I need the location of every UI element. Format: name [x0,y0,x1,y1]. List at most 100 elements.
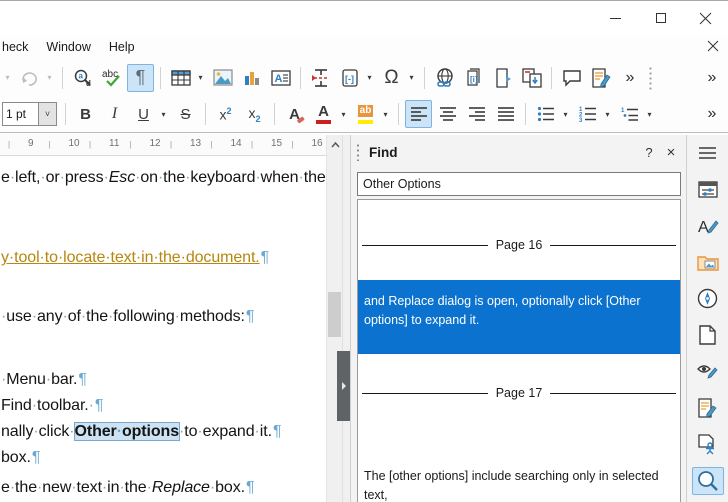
numbered-list-dropdown-icon[interactable]: ▾ [602,100,613,128]
insert-table-button[interactable] [167,64,194,92]
tab-find[interactable] [692,467,724,495]
undo-dropdown-icon[interactable]: ▾ [2,64,13,92]
minimize-button[interactable] [593,1,638,35]
document-canvas[interactable]: 9|10|11|12|13|14|15|16| e·left,·or·press… [0,135,326,502]
menu-item-heck[interactable]: heck [2,38,37,56]
doc-line[interactable]: Find·toolbar.·¶ [1,397,103,415]
sidebar-menu-button[interactable] [692,139,724,167]
font-size-dropdown-icon[interactable]: ˅ [38,102,57,126]
justify-button[interactable] [492,100,519,128]
superscript-button[interactable]: x2 [212,100,239,128]
outline-list-dropdown-icon[interactable]: ▾ [644,100,655,128]
outline-list-button[interactable]: 1 [616,100,643,128]
doc-text-segment: ·box. [210,479,245,496]
doc-line[interactable]: e·the·new·text·in·the·Replace·box.¶ [1,479,254,497]
doc-text-segment: Replace [152,479,210,496]
tab-accessibility-check[interactable] [692,430,724,458]
field-dropdown-icon[interactable]: ▾ [364,64,375,92]
bullet-list-dropdown-icon[interactable]: ▾ [560,100,571,128]
tab-styles[interactable]: A [692,212,724,240]
scrollbar-thumb[interactable] [328,292,341,337]
doc-line[interactable]: y·tool·to·locate·text·in·the·document.¶ [1,249,269,267]
cross-reference-button[interactable] [518,64,545,92]
find-replace-button[interactable]: ad [69,64,96,92]
menu-item-window[interactable]: Window [37,38,99,56]
panel-close-button[interactable]: × [660,141,682,163]
align-center-button[interactable] [434,100,461,128]
ruler-number: 16 [312,138,323,149]
insert-page-break-button[interactable] [307,64,334,92]
insert-image-button[interactable] [209,64,236,92]
tab-gallery[interactable] [692,248,724,276]
insert-footnote-button[interactable] [489,64,516,92]
vertical-scrollbar[interactable] [326,135,342,502]
spelling-button[interactable]: abc [98,64,125,92]
strikethrough-button[interactable]: S [172,100,199,128]
special-character-dropdown-icon[interactable]: ▾ [406,64,417,92]
highlight-dropdown-icon[interactable]: ▾ [380,100,391,128]
document-close-button[interactable] [702,35,724,57]
align-right-icon [468,106,486,122]
redo-icon [21,70,39,86]
bold-button[interactable]: B [72,100,99,128]
insert-hyperlink-button[interactable] [431,64,458,92]
clear-formatting-button[interactable]: A [281,100,308,128]
doc-line[interactable]: nally·click·Other·options·to·expand·it.¶ [1,423,281,441]
redo-dropdown-icon[interactable]: ▾ [44,64,55,92]
formatting-overflow-button[interactable]: » [698,100,725,128]
insert-field-button[interactable]: [-] [336,64,363,92]
track-changes-button[interactable] [587,64,614,92]
doc-line[interactable]: ·Menu·bar.¶ [1,371,87,389]
toolbar-overflow-button[interactable]: » [616,64,643,92]
scroll-up-arrow-icon[interactable] [327,137,343,153]
insert-chart-button[interactable] [238,64,265,92]
find-panel-header: Find ? × [355,139,682,165]
font-size-value[interactable]: 1 pt [2,102,38,126]
overflow-chevron-icon: » [708,69,716,87]
numbered-list-button[interactable]: 123 [574,100,601,128]
find-search-input[interactable] [357,172,681,196]
insert-comment-button[interactable] [558,64,585,92]
underline-button[interactable]: U [130,100,157,128]
doc-line[interactable]: ·use·any·of·the·following·methods:¶ [1,308,254,326]
font-color-bar [316,120,331,124]
italic-button[interactable]: I [101,100,128,128]
formatting-marks-toggle[interactable]: ¶ [127,64,154,92]
tab-manage-changes[interactable] [692,394,724,422]
sidebar-splitter[interactable] [342,135,350,502]
toolbar-overflow-button-2[interactable]: » [698,64,725,92]
gallery-icon [697,253,719,271]
table-dropdown-icon[interactable]: ▾ [195,64,206,92]
font-size-combo[interactable]: 1 pt ˅ [2,102,57,126]
highlight-color-button[interactable]: ab [352,100,379,128]
maximize-button[interactable] [638,1,683,35]
underline-dropdown-icon[interactable]: ▾ [158,100,169,128]
doc-line[interactable]: box.¶ [1,449,40,467]
panel-drag-handle[interactable] [355,143,363,161]
doc-line[interactable]: e·left,·or·press·Esc·on·the·keyboard·whe… [1,169,326,187]
comment-icon [562,69,582,87]
tab-properties[interactable] [692,175,724,203]
special-character-button[interactable]: Ω [378,64,405,92]
redo-button[interactable] [16,64,43,92]
search-result-selected[interactable]: and Replace dialog is open, optionally c… [358,280,680,354]
find-results-list[interactable]: Page 16and Replace dialog is open, optio… [357,199,681,502]
tab-style-inspector[interactable] [692,357,724,385]
insert-bookmark-button[interactable]: [i] [460,64,487,92]
subscript-button[interactable]: x2 [241,100,268,128]
sidebar-hide-button[interactable] [337,351,350,421]
search-result[interactable]: The [other options] include searching on… [358,455,680,502]
panel-help-button[interactable]: ? [638,141,660,163]
tab-page[interactable] [692,321,724,349]
font-color-button[interactable]: A [310,100,337,128]
menu-item-help[interactable]: Help [100,38,144,56]
font-color-dropdown-icon[interactable]: ▾ [338,100,349,128]
toolbar-drag-handle[interactable] [648,66,653,90]
close-button[interactable] [683,1,728,35]
align-left-button[interactable] [405,100,432,128]
tab-navigator[interactable] [692,285,724,313]
insert-textbox-button[interactable]: A [267,64,294,92]
align-right-button[interactable] [463,100,490,128]
bullet-list-button[interactable] [532,100,559,128]
spelling-icon: abc [101,67,123,89]
